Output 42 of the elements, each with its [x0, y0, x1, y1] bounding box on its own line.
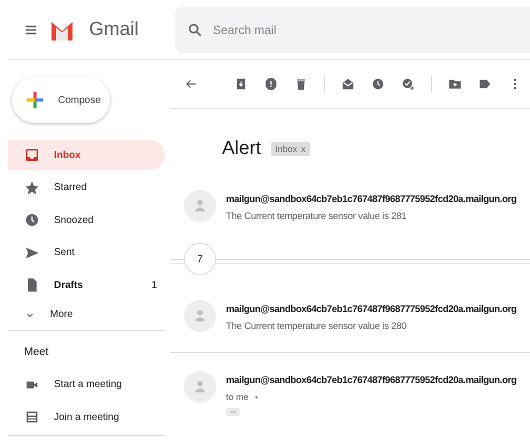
avatar-icon: [184, 371, 216, 403]
unread-count: 1: [151, 280, 157, 291]
sender-address: mailgun@sandbox64cb7eb1c767487f9687775952fcd20a.mailgun.org: [226, 304, 517, 315]
report-spam-icon[interactable]: [264, 77, 278, 91]
sender-address: mailgun@sandbox64cb7eb1c767487f9687775952fcd20a.mailgun.org: [226, 375, 517, 386]
avatar-icon: [184, 300, 216, 332]
caret-down-icon[interactable]: [252, 394, 260, 400]
thread-subject: Alert: [222, 138, 262, 160]
star-icon: [24, 180, 40, 196]
clock-icon: [24, 212, 40, 228]
folder-item[interactable]: Starred: [8, 172, 165, 203]
avatar-icon: [184, 190, 216, 222]
label-text: Inbox: [275, 144, 298, 154]
search-field[interactable]: Search mail: [175, 6, 530, 52]
inbox-icon: [24, 147, 40, 163]
compose-button[interactable]: Compose: [12, 77, 110, 123]
app-name: Gmail: [89, 18, 139, 40]
folder-item[interactable]: Inbox: [8, 140, 165, 170]
open-envelope-icon[interactable]: [341, 77, 355, 91]
sender-address: mailgun@sandbox64cb7eb1c767487f9687775952fcd20a.mailgun.org: [226, 194, 517, 205]
folder-item[interactable]: Sent: [8, 238, 165, 268]
message-snippet: The Current temperature sensor value is 281: [226, 211, 408, 222]
more-toggle[interactable]: More: [8, 302, 165, 327]
label-icon[interactable]: [478, 77, 492, 91]
keyboard-icon: [24, 409, 40, 426]
check-plus-icon[interactable]: [401, 77, 415, 91]
hidden-messages-count[interactable]: 7: [184, 243, 216, 275]
recipient-text: to me: [226, 392, 249, 402]
trash-icon[interactable]: [294, 77, 308, 91]
clock-icon[interactable]: [371, 77, 385, 91]
folder-icon[interactable]: [448, 77, 462, 91]
folder-item[interactable]: Snoozed: [8, 205, 165, 236]
archive-icon[interactable]: [234, 77, 248, 91]
section-heading: Meet: [23, 344, 50, 360]
meet-item[interactable]: Start a meeting: [8, 370, 165, 400]
dots-icon: [228, 409, 238, 415]
search-icon: [187, 22, 203, 38]
message-snippet: The Current temperature sensor value is 280: [226, 321, 408, 332]
remove-label-button[interactable]: x: [301, 144, 306, 154]
meet-item[interactable]: Join a meeting: [8, 402, 165, 432]
folder-item[interactable]: Drafts 1: [8, 270, 165, 300]
plus-icon: [24, 89, 46, 111]
